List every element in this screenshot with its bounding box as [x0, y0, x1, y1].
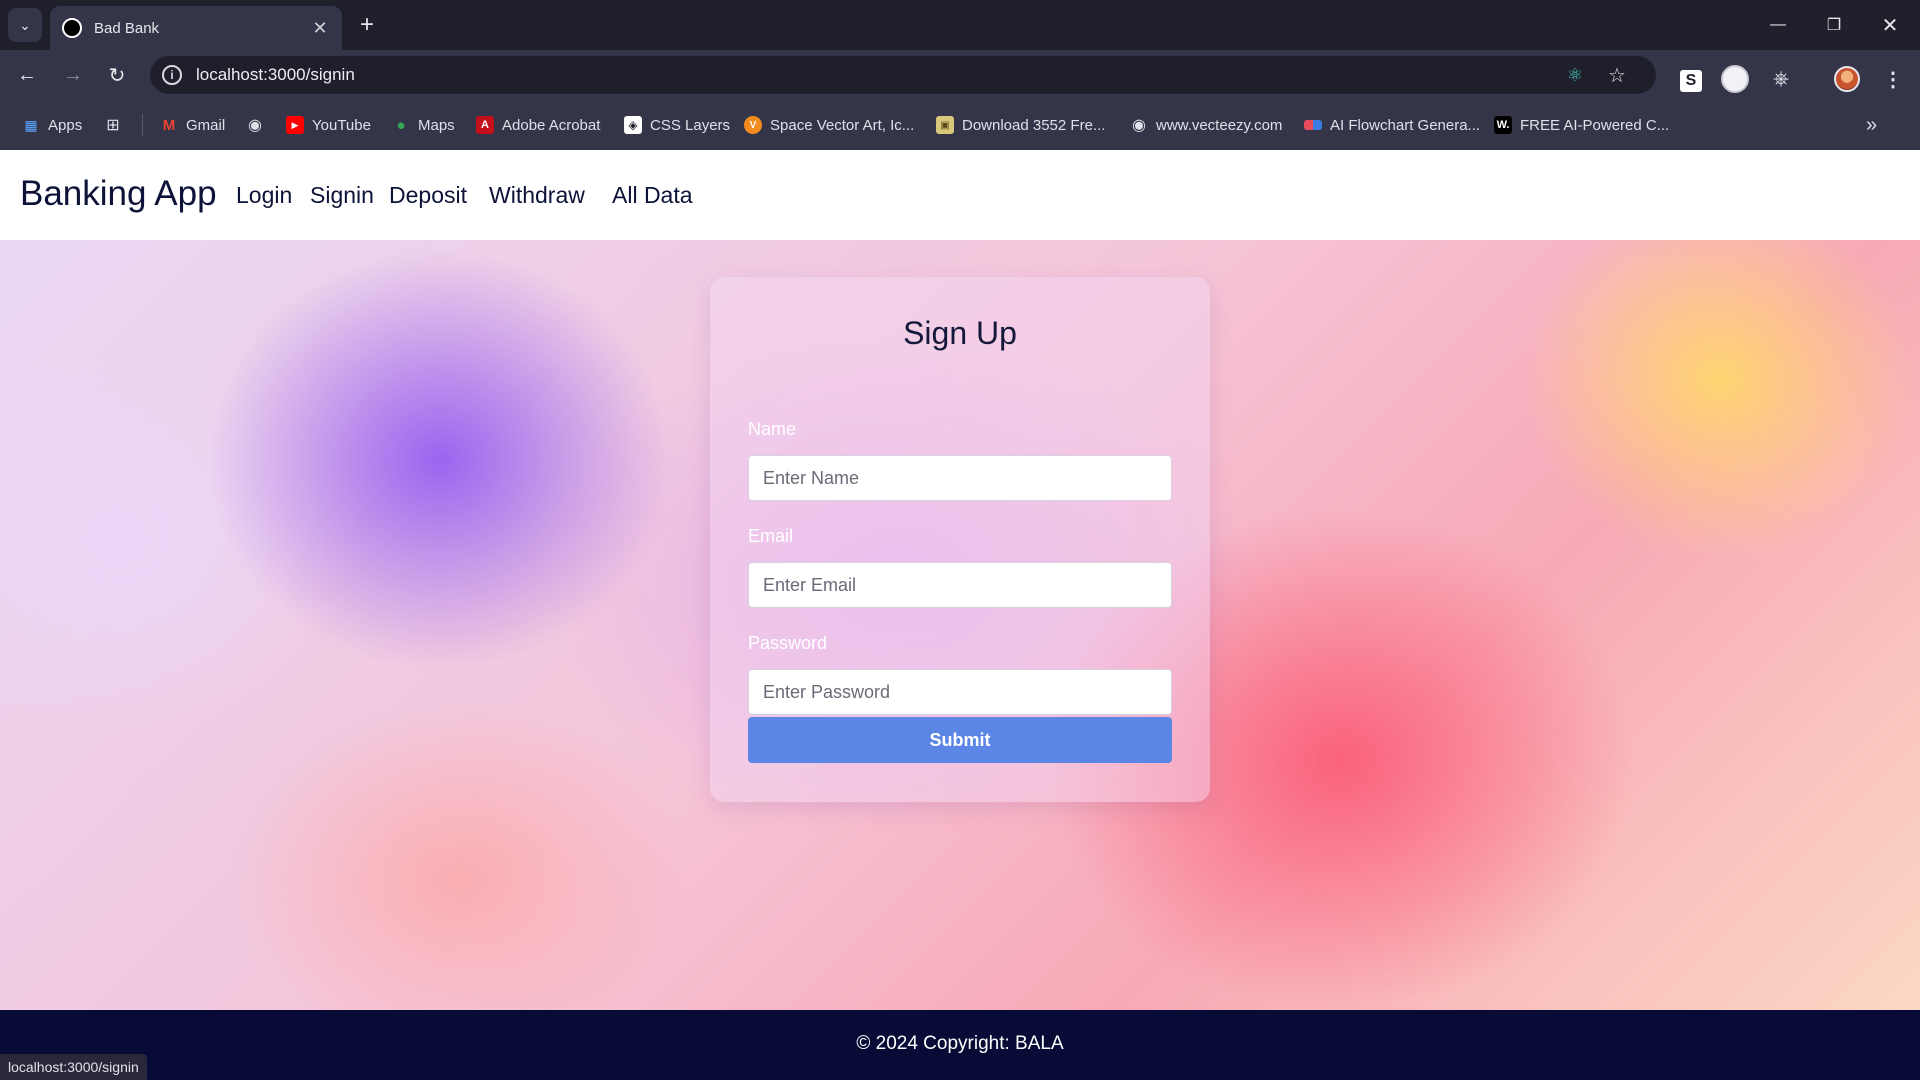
acrobat-icon: A — [476, 116, 494, 134]
bookmark-free-ai-powered[interactable]: W. FREE AI-Powered C... — [1494, 114, 1669, 136]
browser-menu-icon[interactable]: ⋮ — [1878, 64, 1908, 94]
signup-card: Sign Up Name Email Password Submit — [710, 277, 1210, 802]
apps-grid-icon: ▦ — [24, 116, 38, 133]
globe-icon: ◉ — [1132, 117, 1146, 134]
password-label: Password — [748, 633, 828, 653]
password-input[interactable] — [748, 669, 1172, 715]
bookmark-adobe-acrobat[interactable]: A Adobe Acrobat — [476, 114, 600, 136]
flowchart-icon — [1304, 120, 1322, 130]
tab-title: Bad Bank — [94, 19, 160, 37]
bookmark-ai-flowchart[interactable]: AI Flowchart Genera... — [1304, 114, 1480, 136]
css-layers-icon: ◈ — [624, 116, 642, 134]
bookmark-css-layers[interactable]: ◈ CSS Layers — [624, 114, 730, 136]
bookmark-download-3552[interactable]: ▣ Download 3552 Fre... — [936, 114, 1105, 136]
restore-window-icon[interactable]: ❐ — [1806, 0, 1862, 50]
back-arrow-icon[interactable]: ← — [10, 58, 44, 92]
extension-circle-icon[interactable] — [1720, 64, 1750, 94]
forward-arrow-icon[interactable]: → — [56, 58, 90, 92]
s-extension-icon[interactable]: S — [1676, 66, 1706, 96]
browser-toolbar: ← → ↻ i localhost:3000/signin ⚛ ☆ S ⎈ ⋮ — [0, 50, 1920, 100]
close-window-icon[interactable]: ✕ — [1862, 0, 1918, 50]
site-info-icon[interactable]: i — [162, 65, 182, 85]
bookmark-tab-groups[interactable]: ⊞ — [104, 114, 130, 136]
profile-avatar-icon[interactable] — [1832, 64, 1862, 94]
gmail-icon: M — [162, 116, 176, 134]
tab-search-chevron-icon[interactable]: ⌄ — [8, 8, 42, 42]
reload-icon[interactable]: ↻ — [100, 58, 134, 92]
address-url[interactable]: localhost:3000/signin — [196, 65, 355, 85]
extensions-puzzle-icon[interactable]: ⎈ — [1766, 64, 1796, 94]
email-label: Email — [748, 526, 794, 546]
bookmark-apps[interactable]: ▦ Apps — [22, 114, 82, 136]
address-bar[interactable]: i localhost:3000/signin ⚛ ☆ — [150, 56, 1656, 94]
tab-groups-icon: ⊞ — [106, 117, 120, 134]
nav-signin[interactable]: Signin — [310, 182, 374, 209]
bookmark-globe[interactable]: ◉ — [246, 114, 272, 136]
footer: © 2024 Copyright: BALA — [0, 1010, 1920, 1080]
maps-pin-icon: ● — [396, 116, 406, 134]
bookmark-youtube[interactable]: ▶ YouTube — [286, 114, 371, 136]
email-input[interactable] — [748, 562, 1172, 608]
bookmark-divider — [142, 114, 143, 136]
footer-copyright: © 2024 Copyright: BALA — [856, 1033, 1064, 1054]
new-tab-plus-icon[interactable]: + — [352, 10, 382, 40]
bookmark-gmail[interactable]: M Gmail — [160, 114, 225, 136]
browser-tab-strip: ⌄ Bad Bank ✕ + — ❐ ✕ — [0, 0, 1920, 50]
youtube-icon: ▶ — [286, 116, 304, 134]
submit-button[interactable]: Submit — [748, 717, 1172, 763]
signup-title: Sign Up — [903, 315, 1017, 351]
app-navbar: Banking App Login Signin Deposit Withdra… — [0, 150, 1920, 240]
nav-deposit[interactable]: Deposit — [389, 182, 467, 209]
bookmark-star-icon[interactable]: ☆ — [1606, 64, 1628, 87]
bookmark-vecteezy[interactable]: ◉ www.vecteezy.com — [1130, 114, 1282, 136]
name-input[interactable] — [748, 455, 1172, 501]
globe-icon: ◉ — [248, 117, 262, 134]
circle-favicon-icon — [62, 18, 82, 38]
bookmarks-overflow-chevron-icon[interactable]: » — [1866, 114, 1877, 136]
gradient-background: Sign Up Name Email Password Submit — [0, 240, 1920, 1010]
w-logo-icon: W. — [1494, 116, 1512, 134]
bookmark-space-vector-art[interactable]: V Space Vector Art, Ic... — [744, 114, 914, 136]
browser-tab[interactable]: Bad Bank ✕ — [50, 6, 342, 50]
close-tab-icon[interactable]: ✕ — [310, 18, 330, 39]
bookmark-maps[interactable]: ● Maps — [392, 114, 454, 136]
nav-withdraw[interactable]: Withdraw — [489, 182, 585, 209]
vector-art-icon: V — [744, 116, 762, 134]
nav-login[interactable]: Login — [236, 182, 292, 209]
minimize-window-icon[interactable]: — — [1750, 0, 1806, 50]
nav-all-data[interactable]: All Data — [612, 182, 693, 209]
brand-logo[interactable]: Banking App — [20, 174, 217, 214]
image-icon: ▣ — [936, 116, 954, 134]
react-devtools-icon[interactable]: ⚛ — [1564, 64, 1586, 86]
bookmarks-bar: ▦ Apps ⊞ M Gmail ◉ ▶ YouTube ● Maps A Ad… — [0, 100, 1920, 150]
name-label: Name — [748, 419, 797, 439]
link-status-bar: localhost:3000/signin — [0, 1054, 147, 1080]
